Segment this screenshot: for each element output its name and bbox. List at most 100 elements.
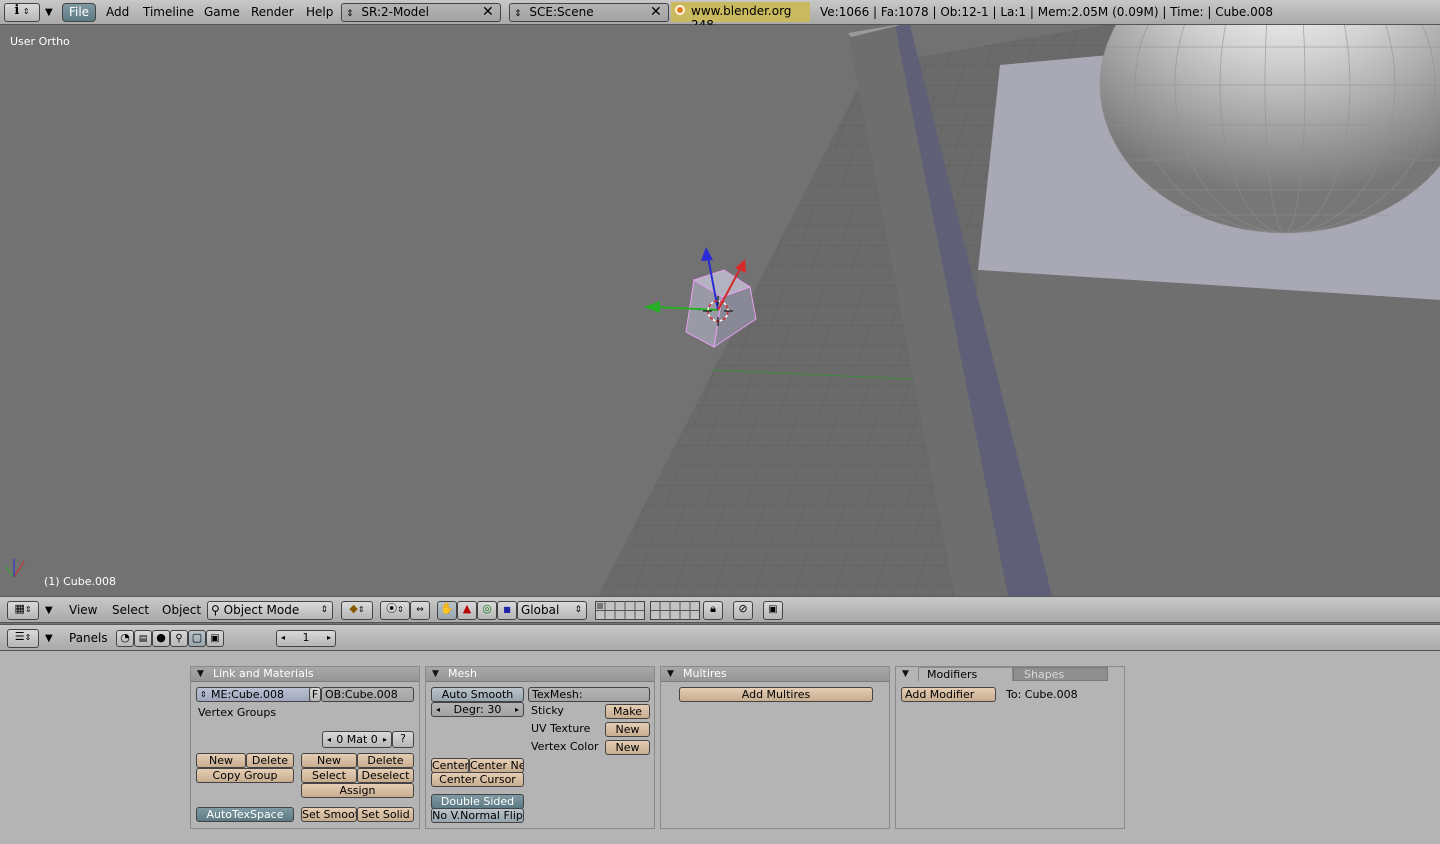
collapse-triangle-icon[interactable]: ▼ — [667, 669, 674, 679]
vertex-color-new-button[interactable]: New — [605, 740, 650, 755]
pivot-selector[interactable]: ⦿⇕ — [380, 601, 410, 620]
panel-header[interactable]: ▼ Multires — [661, 667, 889, 682]
collapse-triangle-icon[interactable]: ▼ — [197, 669, 204, 679]
assign-material-button[interactable]: Assign — [301, 783, 414, 798]
hand-icon: ✋ — [440, 602, 454, 615]
collapse-triangle-icon[interactable]: ▼ — [432, 669, 439, 679]
buttons-window-icon: ☰ — [14, 630, 25, 643]
editing-square-icon: ▢ — [191, 631, 203, 644]
new-vertex-group-button[interactable]: New — [196, 753, 246, 768]
collapse-menus-icon[interactable]: ▼ — [45, 605, 53, 616]
editing-context-button[interactable]: ▢ — [188, 630, 206, 647]
layer-buttons-group-2[interactable] — [650, 601, 700, 620]
set-smooth-button[interactable]: Set Smoot — [301, 807, 357, 822]
center-cursor-button[interactable]: Center Cursor — [431, 772, 524, 787]
collapse-menus-icon[interactable]: ▼ — [45, 7, 53, 18]
mesh-datablock-field[interactable]: ⇕ ME:Cube.008 — [196, 687, 321, 702]
menu-select[interactable]: Select — [112, 600, 149, 620]
add-modifier-button[interactable]: Add Modifier — [901, 687, 996, 702]
menu-timeline[interactable]: Timeline — [143, 2, 194, 22]
panel-header[interactable]: ▼ Link and Materials — [191, 667, 419, 682]
menu-object[interactable]: Object — [162, 600, 201, 620]
collapse-menus-icon[interactable]: ▼ — [45, 633, 53, 644]
tab-modifiers[interactable]: Modifiers — [918, 667, 1013, 681]
delete-scene-close-icon[interactable]: ✕ — [650, 4, 662, 20]
menu-help[interactable]: Help — [306, 2, 333, 22]
lock-layers-button[interactable]: 🔒︎ — [703, 601, 723, 620]
script-icon: ▤ — [138, 634, 148, 644]
panel-header: ▼ Modifiers Shapes — [896, 667, 1124, 681]
rotate-manipulator-button[interactable]: ◎ — [477, 601, 497, 620]
panel-multires: ▼ Multires Add Multires — [660, 666, 890, 829]
object-context-button[interactable]: ⚲ — [170, 630, 188, 647]
viewport-3d[interactable]: User Ortho (1) Cube.008 — [0, 25, 1440, 596]
view-type-label: User Ortho — [10, 35, 70, 48]
draw-type-selector[interactable]: ◆⇕ — [341, 601, 373, 620]
editor-type-button[interactable]: ☰⇕ — [7, 629, 39, 648]
no-vnormal-flip-toggle[interactable]: No V.Normal Flip — [431, 808, 524, 823]
translate-manipulator-button[interactable]: ▲ — [457, 601, 477, 620]
vertex-color-label: Vertex Color — [531, 740, 599, 753]
uv-texture-new-button[interactable]: New — [605, 722, 650, 737]
layer-buttons-group-1[interactable] — [595, 601, 645, 620]
object-name-field[interactable]: OB:Cube.008 — [321, 687, 414, 702]
auto-smooth-toggle[interactable]: Auto Smooth — [431, 687, 524, 702]
sticky-make-button[interactable]: Make — [605, 704, 650, 719]
add-multires-button[interactable]: Add Multires — [679, 687, 873, 702]
select-material-button[interactable]: Select — [301, 768, 357, 783]
scene-context-button[interactable]: ▣ — [206, 630, 224, 647]
buttons-window: ▼ Link and Materials ⇕ ME:Cube.008 F OB:C… — [0, 651, 1440, 844]
center-new-button[interactable]: Center Ne — [469, 758, 524, 773]
menu-view[interactable]: View — [69, 600, 97, 620]
viewport-canvas — [5, 25, 1440, 596]
render-preview-button[interactable]: ▣ — [763, 601, 783, 620]
degr-field[interactable]: ◂ Degr: 30 ▸ — [431, 702, 524, 717]
deselect-material-button[interactable]: Deselect — [357, 768, 414, 783]
info-icon: i — [14, 3, 20, 18]
current-frame-field[interactable]: ◂ 1 ▸ — [276, 630, 336, 647]
render-picture-icon: ▣ — [768, 604, 778, 615]
texmesh-field[interactable]: TexMesh: — [528, 687, 650, 702]
info-editor-type-button[interactable]: i ⇕ — [4, 3, 40, 22]
website-badge[interactable]: www.blender.org 248 — [671, 2, 810, 32]
delete-screen-close-icon[interactable]: ✕ — [482, 4, 494, 20]
set-solid-button[interactable]: Set Solid — [357, 807, 414, 822]
center-button[interactable]: Center — [431, 758, 469, 773]
collapse-triangle-icon[interactable]: ▼ — [902, 669, 909, 679]
sticky-label: Sticky — [531, 704, 564, 717]
menu-file[interactable]: File — [62, 3, 96, 22]
autotexspace-toggle[interactable]: AutoTexSpace — [196, 807, 294, 822]
orientation-selector[interactable]: Global ⇕ — [517, 601, 587, 620]
delete-vertex-group-button[interactable]: Delete — [246, 753, 294, 768]
tab-shapes[interactable]: Shapes — [1013, 667, 1108, 681]
copy-group-button[interactable]: Copy Group — [196, 768, 294, 783]
restrict-manipulator-button[interactable]: ⇔ — [410, 601, 430, 620]
layers-grid-icon — [595, 601, 645, 620]
scale-manipulator-button[interactable]: ■ — [497, 601, 517, 620]
script-context-button[interactable]: ▤ — [134, 630, 152, 647]
shading-context-button[interactable]: ● — [152, 630, 170, 647]
fake-user-button[interactable]: F — [309, 687, 321, 702]
proportional-edit-button[interactable]: ⊘ — [733, 601, 753, 620]
shading-sphere-icon: ● — [156, 631, 166, 644]
delete-material-button[interactable]: Delete — [357, 753, 414, 768]
double-sided-toggle[interactable]: Double Sided — [431, 794, 524, 809]
new-material-button[interactable]: New — [301, 753, 357, 768]
scale-icon: ■ — [503, 605, 511, 614]
menu-panels[interactable]: Panels — [69, 628, 108, 648]
scene-selector[interactable]: ⇕ SCE:Scene — [509, 3, 669, 22]
grid-view-icon: ▦ — [14, 602, 25, 615]
modifier-target-label: To: Cube.008 — [1006, 688, 1078, 701]
panel-header[interactable]: ▼ Mesh — [426, 667, 654, 682]
material-help-button[interactable]: ? — [392, 731, 414, 748]
menu-game[interactable]: Game — [204, 2, 240, 22]
menu-render[interactable]: Render — [251, 2, 294, 22]
top-info-header: i ⇕ ▼ File Add Timeline Game Render Help… — [0, 0, 1440, 32]
logic-context-button[interactable]: ◔ — [116, 630, 134, 647]
editor-type-button[interactable]: ▦⇕ — [7, 601, 39, 620]
material-index-field[interactable]: ◂ 0 Mat 0 ▸ — [322, 731, 392, 748]
screen-selector[interactable]: ⇕ SR:2-Model — [341, 3, 501, 22]
mode-selector[interactable]: ⚲ Object Mode ⇕ — [207, 601, 333, 620]
menu-add[interactable]: Add — [106, 2, 129, 22]
manipulator-toggle-button[interactable]: ✋ — [437, 601, 457, 620]
